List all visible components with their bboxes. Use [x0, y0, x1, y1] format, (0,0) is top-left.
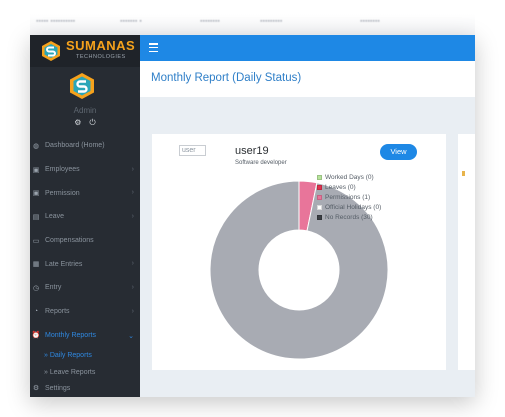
legend-item-permissions[interactable]: Permissions (1): [317, 192, 381, 202]
sidebar-item-entry[interactable]: ◷ Entry ›: [30, 276, 140, 300]
user-report-card: user user19 Software developer View Work…: [152, 134, 446, 370]
donut-chart: [209, 180, 389, 360]
chevron-right-icon: ›: [131, 307, 134, 315]
sidebar-item-label: Monthly Reports: [45, 331, 96, 339]
dashboard-icon: ◍: [32, 142, 40, 150]
sidebar-item-late-entries[interactable]: ▦ Late Entries ›: [30, 252, 140, 276]
page-title: Monthly Report (Daily Status): [151, 72, 302, 84]
power-icon[interactable]: ⏻: [89, 119, 95, 129]
legend-swatch: [317, 194, 322, 200]
clock-icon: ◷: [32, 284, 40, 292]
chevron-right-icon: ›: [131, 189, 134, 197]
sidebar: SUMANAS TECHNOLOGIES Admin ⚙ ⏻ ◍ Dashboa…: [30, 35, 140, 397]
legend-label: Permissions (1): [325, 193, 371, 201]
check-icon: ▣: [32, 190, 40, 198]
main-content: Monthly Report (Daily Status) user user1…: [140, 35, 475, 397]
legend-item-leaves[interactable]: Leaves (0): [317, 182, 381, 192]
sidebar-item-label: Late Entries: [45, 260, 83, 268]
chevron-down-icon: ⌄: [128, 332, 134, 340]
next-report-card: [458, 134, 475, 370]
alarm-icon: ⏰: [31, 332, 41, 340]
legend-swatch: [317, 214, 322, 220]
sidebar-item-label: Permission: [45, 189, 80, 197]
legend-item-no-records[interactable]: No Records (30): [317, 212, 381, 222]
sidebar-item-leave[interactable]: ▤ Leave ›: [30, 205, 140, 229]
browser-chrome-fade: ▪▪▪▪▪ ▪▪▪▪▪▪▪▪▪▪ ▪▪▪▪▪▪▪ ▪ ▪▪▪▪▪▪▪▪ ▪▪▪▪…: [30, 14, 475, 35]
brand-logo[interactable]: SUMANAS TECHNOLOGIES: [30, 35, 140, 67]
logo-mark-icon: [42, 41, 60, 61]
top-navbar: [140, 35, 475, 61]
sidebar-item-label: Settings: [45, 384, 71, 392]
sidebar-item-dashboard[interactable]: ◍ Dashboard (Home): [30, 134, 140, 158]
report-icon: ◔: [33, 308, 39, 316]
legend-label: Leaves (0): [325, 183, 356, 191]
card-icon: ▭: [32, 237, 40, 245]
gear-icon[interactable]: ⚙: [74, 119, 81, 129]
sidebar-menu: ◍ Dashboard (Home) ▣ Employees › ▣ Permi…: [30, 134, 140, 395]
sidebar-item-permission[interactable]: ▣ Permission ›: [30, 181, 140, 205]
sidebar-item-monthly-reports[interactable]: ⏰ Monthly Reports ⌄: [30, 324, 140, 348]
sidebar-item-settings[interactable]: ⚙ Settings: [30, 381, 140, 395]
sidebar-item-label: Compensations: [45, 237, 94, 245]
chevron-right-icon: ›: [131, 213, 134, 221]
sidebar-item-label: Employees: [45, 166, 80, 174]
app-window: SUMANAS TECHNOLOGIES Admin ⚙ ⏻ ◍ Dashboa…: [30, 35, 475, 397]
user-icon: ▣: [32, 166, 40, 174]
brand-name: SUMANAS: [66, 38, 136, 53]
calendar-icon: ▦: [32, 261, 40, 269]
legend-label: Official Holidays (0): [325, 203, 382, 211]
page-header: Monthly Report (Daily Status): [140, 61, 475, 97]
legend-swatch: [317, 204, 322, 210]
legend-swatch: [317, 174, 322, 180]
admin-name: Admin: [73, 106, 97, 115]
sidebar-item-label: Reports: [45, 308, 70, 316]
sidebar-item-label: Entry: [45, 284, 62, 292]
sidebar-item-label: Leave: [45, 213, 65, 221]
submenu-item-daily-reports[interactable]: » Daily Reports: [30, 347, 140, 364]
legend-item-worked-days[interactable]: Worked Days (0): [317, 172, 381, 182]
avatar: [70, 73, 94, 99]
submenu-item-leave-reports[interactable]: » Leave Reports: [30, 364, 140, 381]
legend-label: Worked Days (0): [325, 173, 374, 181]
legend-item-official-holidays[interactable]: Official Holidays (0): [317, 202, 381, 212]
card-edge-mark: [462, 171, 465, 176]
chevron-right-icon: ›: [131, 165, 134, 173]
chevron-right-icon: ›: [131, 260, 134, 268]
settings-icon: ⚙: [32, 385, 40, 393]
legend-label: No Records (30): [325, 213, 373, 221]
sidebar-item-label: Dashboard (Home): [45, 142, 105, 150]
hamburger-menu-icon[interactable]: [149, 43, 158, 52]
sidebar-item-employees[interactable]: ▣ Employees ›: [30, 158, 140, 182]
admin-actions: ⚙ ⏻: [70, 119, 100, 129]
file-icon: ▤: [32, 213, 40, 221]
legend-swatch: [317, 184, 322, 190]
chevron-right-icon: ›: [131, 284, 134, 292]
sidebar-item-compensations[interactable]: ▭ Compensations: [30, 229, 140, 253]
brand-tagline: TECHNOLOGIES: [76, 54, 126, 60]
sidebar-item-reports[interactable]: ◔ Reports ›: [30, 300, 140, 324]
chart-legend: Worked Days (0) Leaves (0) Permissions (1)…: [317, 172, 381, 222]
